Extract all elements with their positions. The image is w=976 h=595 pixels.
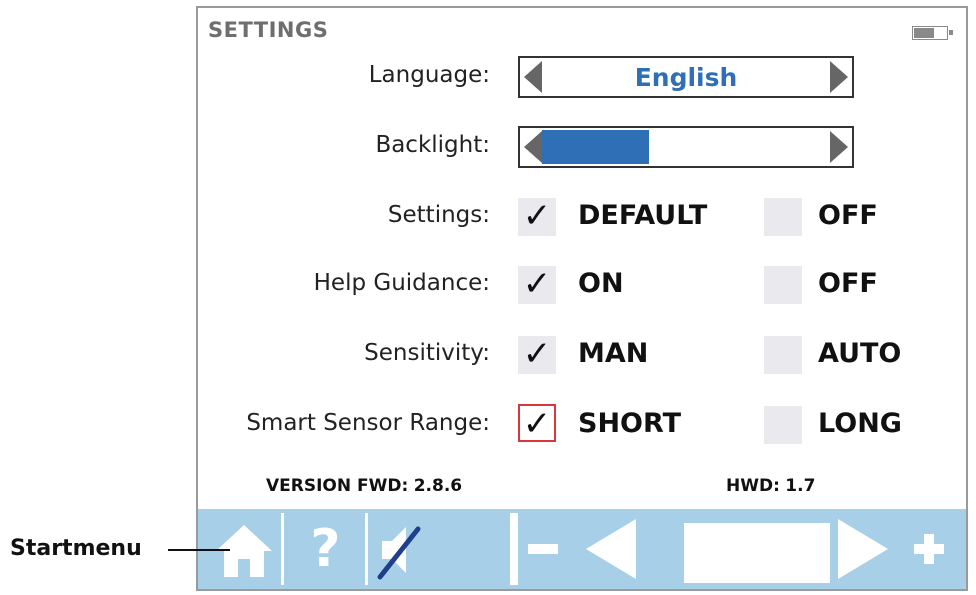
firmware-version: VERSION FWD: 2.8.6 bbox=[266, 476, 462, 496]
battery-icon bbox=[912, 26, 953, 40]
mute-button[interactable] bbox=[370, 513, 510, 585]
bottom-toolbar: ? bbox=[198, 509, 966, 589]
sensitivity-auto-option: AUTO bbox=[818, 338, 902, 369]
hardware-version-label: HWD: bbox=[726, 476, 780, 496]
language-next-icon[interactable] bbox=[830, 61, 848, 93]
backlight-level-bar bbox=[542, 130, 649, 164]
backlight-slider[interactable] bbox=[518, 126, 854, 168]
language-selector[interactable]: English bbox=[518, 56, 854, 98]
smart-sensor-long-option: LONG bbox=[818, 408, 902, 439]
screen-title: SETTINGS bbox=[208, 18, 329, 42]
settings-off-option: OFF bbox=[818, 200, 878, 231]
settings-default-option: DEFAULT bbox=[578, 200, 708, 231]
hardware-version: HWD: 1.7 bbox=[726, 476, 815, 496]
sensitivity-man-checkbox[interactable]: ✓ bbox=[518, 334, 556, 374]
smart-sensor-range-label: Smart Sensor Range: bbox=[246, 410, 490, 436]
annotation-pointer-line bbox=[168, 549, 230, 551]
adjust-control[interactable] bbox=[518, 513, 958, 585]
backlight-decrease-icon[interactable] bbox=[524, 131, 542, 163]
language-label: Language: bbox=[368, 62, 490, 88]
firmware-version-value: 2.8.6 bbox=[413, 476, 463, 496]
help-guidance-off-option: OFF bbox=[818, 268, 878, 299]
startmenu-annotation: Startmenu bbox=[10, 536, 142, 561]
settings-row-label: Settings: bbox=[387, 202, 490, 228]
smart-sensor-short-checkbox[interactable]: ✓ bbox=[518, 404, 556, 444]
check-icon: ✓ bbox=[522, 264, 552, 304]
help-guidance-on-option: ON bbox=[578, 268, 624, 299]
mute-icon bbox=[377, 526, 421, 580]
settings-off-checkbox[interactable] bbox=[764, 198, 802, 236]
toolbar-divider bbox=[510, 513, 518, 585]
help-button[interactable]: ? bbox=[286, 513, 368, 585]
backlight-label: Backlight: bbox=[375, 132, 490, 158]
help-icon: ? bbox=[310, 519, 341, 579]
left-arrow-icon bbox=[586, 519, 636, 579]
adjust-icons bbox=[528, 519, 944, 579]
help-guidance-off-checkbox[interactable] bbox=[764, 266, 802, 304]
device-screen: SETTINGS Language: English Backlight: Se… bbox=[196, 6, 968, 591]
check-icon: ✓ bbox=[522, 196, 552, 236]
smart-sensor-long-checkbox[interactable] bbox=[764, 406, 802, 444]
firmware-version-label: VERSION FWD: bbox=[266, 476, 409, 496]
help-guidance-label: Help Guidance: bbox=[313, 270, 490, 296]
sensitivity-auto-checkbox[interactable] bbox=[764, 336, 802, 374]
right-arrow-icon bbox=[838, 519, 888, 579]
sensitivity-label: Sensitivity: bbox=[364, 340, 490, 366]
help-guidance-on-checkbox[interactable]: ✓ bbox=[518, 264, 556, 304]
smart-sensor-short-option: SHORT bbox=[578, 408, 681, 439]
check-icon: ✓ bbox=[522, 404, 552, 444]
language-value: English bbox=[634, 63, 738, 92]
backlight-increase-icon[interactable] bbox=[830, 131, 848, 163]
settings-default-checkbox[interactable]: ✓ bbox=[518, 196, 556, 236]
sensitivity-man-option: MAN bbox=[578, 338, 649, 369]
minus-icon bbox=[528, 544, 558, 554]
check-icon: ✓ bbox=[522, 334, 552, 374]
hardware-version-value: 1.7 bbox=[785, 476, 816, 496]
